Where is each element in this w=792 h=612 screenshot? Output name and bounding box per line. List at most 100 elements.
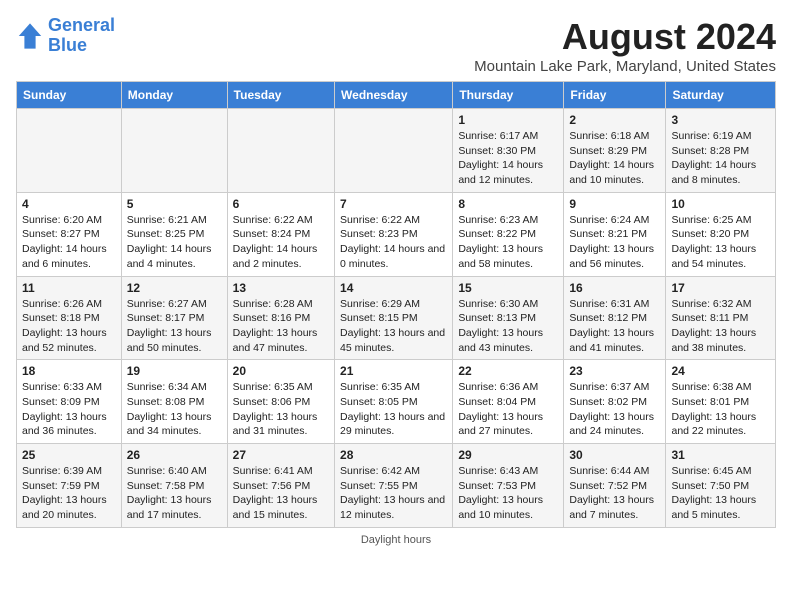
calendar-cell-2-7: 10Sunrise: 6:25 AM Sunset: 8:20 PM Dayli… (666, 192, 776, 276)
calendar-cell-5-5: 29Sunrise: 6:43 AM Sunset: 7:53 PM Dayli… (453, 444, 564, 528)
day-content: Sunrise: 6:27 AM Sunset: 8:17 PM Dayligh… (127, 297, 222, 356)
day-content: Sunrise: 6:25 AM Sunset: 8:20 PM Dayligh… (671, 213, 770, 272)
week-row-1: 1Sunrise: 6:17 AM Sunset: 8:30 PM Daylig… (17, 109, 776, 193)
day-content: Sunrise: 6:37 AM Sunset: 8:02 PM Dayligh… (569, 380, 660, 439)
calendar-cell-4-3: 20Sunrise: 6:35 AM Sunset: 8:06 PM Dayli… (227, 360, 334, 444)
calendar-cell-3-5: 15 Sunrise: 6:30 AM Sunset: 8:13 PM Dayli… (453, 276, 564, 360)
calendar-cell-2-1: 4 Sunrise: 6:20 AM Sunset: 8:27 PM Daylig… (17, 192, 122, 276)
header-row: SundayMondayTuesdayWednesdayThursdayFrid… (17, 82, 776, 109)
day-content: Sunrise: 6:41 AM Sunset: 7:56 PM Dayligh… (233, 464, 329, 523)
day-number: 17 (671, 281, 770, 295)
day-content: Sunrise: 6:21 AM Sunset: 8:25 PM Dayligh… (127, 213, 222, 272)
week-row-2: 4 Sunrise: 6:20 AM Sunset: 8:27 PM Daylig… (17, 192, 776, 276)
day-content: Sunrise: 6:24 AM Sunset: 8:21 PM Dayligh… (569, 213, 660, 272)
calendar-cell-1-4 (335, 109, 453, 193)
calendar-table: SundayMondayTuesdayWednesdayThursdayFrid… (16, 81, 776, 528)
day-number: 24 (671, 364, 770, 378)
week-row-4: 18 Sunrise: 6:33 AM Sunset: 8:09 PM Dayli… (17, 360, 776, 444)
day-number: 7 (340, 197, 447, 211)
day-number: 27 (233, 448, 329, 462)
calendar-cell-2-3: 6 Sunrise: 6:22 AM Sunset: 8:24 PM Daylig… (227, 192, 334, 276)
calendar-cell-1-3 (227, 109, 334, 193)
day-content: Sunrise: 6:23 AM Sunset: 8:22 PM Dayligh… (458, 213, 558, 272)
day-content: Sunrise: 6:39 AM Sunset: 7:59 PM Dayligh… (22, 464, 116, 523)
col-header-tuesday: Tuesday (227, 82, 334, 109)
header: General Blue August 2024 Mountain Lake P… (16, 16, 776, 75)
calendar-cell-2-4: 7 Sunrise: 6:22 AM Sunset: 8:23 PM Daylig… (335, 192, 453, 276)
day-content: Sunrise: 6:20 AM Sunset: 8:27 PM Dayligh… (22, 213, 116, 272)
day-number: 9 (569, 197, 660, 211)
col-header-wednesday: Wednesday (335, 82, 453, 109)
calendar-cell-3-6: 16 Sunrise: 6:31 AM Sunset: 8:12 PM Dayli… (564, 276, 666, 360)
calendar-cell-4-2: 19Sunrise: 6:34 AM Sunset: 8:08 PM Dayli… (121, 360, 227, 444)
col-header-sunday: Sunday (17, 82, 122, 109)
day-content: Sunrise: 6:36 AM Sunset: 8:04 PM Dayligh… (458, 380, 558, 439)
week-row-3: 11Sunrise: 6:26 AM Sunset: 8:18 PM Dayli… (17, 276, 776, 360)
day-number: 30 (569, 448, 660, 462)
calendar-body: 1Sunrise: 6:17 AM Sunset: 8:30 PM Daylig… (17, 109, 776, 528)
day-number: 15 (458, 281, 558, 295)
day-content: Sunrise: 6:22 AM Sunset: 8:23 PM Dayligh… (340, 213, 447, 272)
day-content: Sunrise: 6:44 AM Sunset: 7:52 PM Dayligh… (569, 464, 660, 523)
calendar-cell-5-2: 26 Sunrise: 6:40 AM Sunset: 7:58 PM Dayli… (121, 444, 227, 528)
day-content: Sunrise: 6:29 AM Sunset: 8:15 PM Dayligh… (340, 297, 447, 356)
day-content: Sunrise: 6:43 AM Sunset: 7:53 PM Dayligh… (458, 464, 558, 523)
day-content: Sunrise: 6:19 AM Sunset: 8:28 PM Dayligh… (671, 129, 770, 188)
day-number: 11 (22, 281, 116, 295)
day-number: 23 (569, 364, 660, 378)
calendar-cell-1-5: 1Sunrise: 6:17 AM Sunset: 8:30 PM Daylig… (453, 109, 564, 193)
day-content: Sunrise: 6:35 AM Sunset: 8:06 PM Dayligh… (233, 380, 329, 439)
day-number: 8 (458, 197, 558, 211)
logo-text: General Blue (48, 16, 115, 56)
day-content: Sunrise: 6:32 AM Sunset: 8:11 PM Dayligh… (671, 297, 770, 356)
calendar-cell-3-1: 11Sunrise: 6:26 AM Sunset: 8:18 PM Dayli… (17, 276, 122, 360)
day-number: 18 (22, 364, 116, 378)
main-title: August 2024 (474, 16, 776, 58)
col-header-monday: Monday (121, 82, 227, 109)
day-content: Sunrise: 6:28 AM Sunset: 8:16 PM Dayligh… (233, 297, 329, 356)
logo: General Blue (16, 16, 115, 56)
week-row-5: 25 Sunrise: 6:39 AM Sunset: 7:59 PM Dayli… (17, 444, 776, 528)
calendar-cell-1-1 (17, 109, 122, 193)
day-content: Sunrise: 6:33 AM Sunset: 8:09 PM Dayligh… (22, 380, 116, 439)
title-area: August 2024 Mountain Lake Park, Maryland… (474, 16, 776, 75)
calendar-cell-2-6: 9 Sunrise: 6:24 AM Sunset: 8:21 PM Daylig… (564, 192, 666, 276)
day-content: Sunrise: 6:31 AM Sunset: 8:12 PM Dayligh… (569, 297, 660, 356)
day-number: 5 (127, 197, 222, 211)
calendar-cell-5-6: 30 Sunrise: 6:44 AM Sunset: 7:52 PM Dayli… (564, 444, 666, 528)
day-content: Sunrise: 6:30 AM Sunset: 8:13 PM Dayligh… (458, 297, 558, 356)
day-content: Sunrise: 6:35 AM Sunset: 8:05 PM Dayligh… (340, 380, 447, 439)
day-number: 1 (458, 113, 558, 127)
day-number: 22 (458, 364, 558, 378)
day-content: Sunrise: 6:45 AM Sunset: 7:50 PM Dayligh… (671, 464, 770, 523)
logo-icon (16, 22, 44, 50)
day-content: Sunrise: 6:42 AM Sunset: 7:55 PM Dayligh… (340, 464, 447, 523)
calendar-cell-3-2: 12 Sunrise: 6:27 AM Sunset: 8:17 PM Dayli… (121, 276, 227, 360)
footer-note: Daylight hours (16, 534, 776, 546)
calendar-cell-5-7: 31Sunrise: 6:45 AM Sunset: 7:50 PM Dayli… (666, 444, 776, 528)
day-number: 3 (671, 113, 770, 127)
calendar-header: SundayMondayTuesdayWednesdayThursdayFrid… (17, 82, 776, 109)
day-number: 2 (569, 113, 660, 127)
day-content: Sunrise: 6:22 AM Sunset: 8:24 PM Dayligh… (233, 213, 329, 272)
calendar-cell-1-6: 2Sunrise: 6:18 AM Sunset: 8:29 PM Daylig… (564, 109, 666, 193)
day-number: 21 (340, 364, 447, 378)
calendar-cell-5-3: 27 Sunrise: 6:41 AM Sunset: 7:56 PM Dayli… (227, 444, 334, 528)
day-number: 16 (569, 281, 660, 295)
day-number: 12 (127, 281, 222, 295)
day-number: 26 (127, 448, 222, 462)
calendar-cell-4-5: 22 Sunrise: 6:36 AM Sunset: 8:04 PM Dayli… (453, 360, 564, 444)
col-header-saturday: Saturday (666, 82, 776, 109)
day-number: 14 (340, 281, 447, 295)
calendar-cell-2-5: 8 Sunrise: 6:23 AM Sunset: 8:22 PM Daylig… (453, 192, 564, 276)
day-number: 13 (233, 281, 329, 295)
day-number: 6 (233, 197, 329, 211)
calendar-cell-3-4: 14 Sunrise: 6:29 AM Sunset: 8:15 PM Dayli… (335, 276, 453, 360)
calendar-cell-1-7: 3 Sunrise: 6:19 AM Sunset: 8:28 PM Daylig… (666, 109, 776, 193)
day-content: Sunrise: 6:38 AM Sunset: 8:01 PM Dayligh… (671, 380, 770, 439)
logo-line2: Blue (48, 35, 87, 55)
day-number: 25 (22, 448, 116, 462)
col-header-thursday: Thursday (453, 82, 564, 109)
day-content: Sunrise: 6:40 AM Sunset: 7:58 PM Dayligh… (127, 464, 222, 523)
day-number: 4 (22, 197, 116, 211)
